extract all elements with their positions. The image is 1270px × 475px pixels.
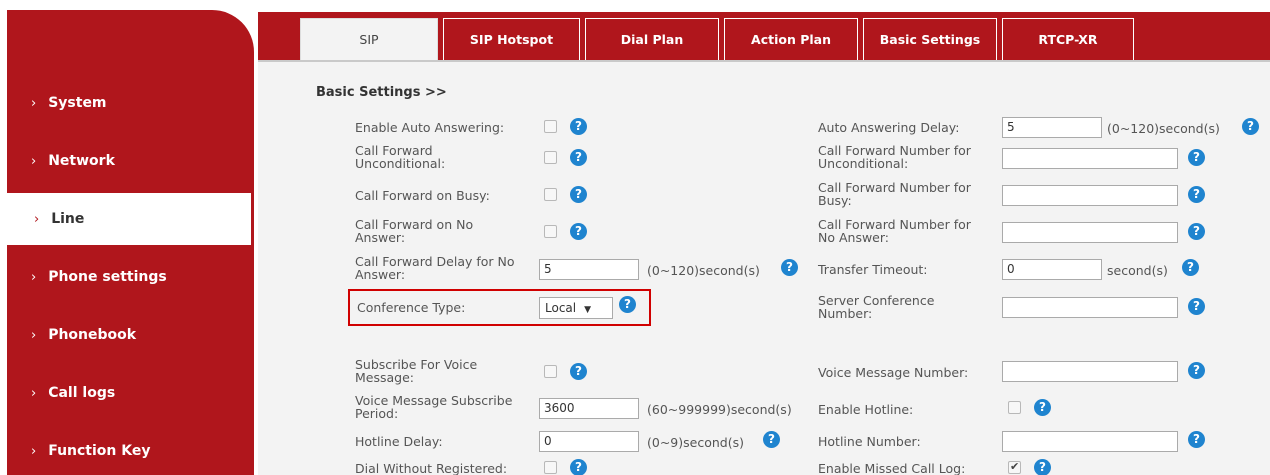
hotline-number-input[interactable] (1002, 431, 1178, 452)
cf-number-no-answer-input[interactable] (1002, 222, 1178, 243)
sidebar-item-label: Network (48, 153, 115, 169)
call-forward-unconditional-label: Call Forward Unconditional: (355, 143, 446, 171)
call-forward-no-answer-label: Call Forward on No Answer: (355, 217, 474, 245)
hotline-number-label: Hotline Number: (818, 434, 921, 449)
sidebar-item-label: System (48, 95, 107, 111)
enable-missed-call-log-label: Enable Missed Call Log: (818, 461, 966, 475)
call-forward-busy-checkbox[interactable] (544, 188, 557, 201)
chevron-right-icon: › (31, 95, 37, 111)
vm-subscribe-period-input[interactable]: 3600 (539, 398, 639, 419)
cf-number-busy-input[interactable] (1002, 185, 1178, 206)
conference-type-label: Conference Type: (357, 300, 466, 315)
subscribe-voice-message-label: Subscribe For Voice Message: (355, 357, 478, 385)
enable-auto-answering-label: Enable Auto Answering: (355, 120, 505, 135)
chevron-right-icon: › (34, 211, 40, 227)
help-icon[interactable]: ? (570, 118, 587, 135)
cf-delay-no-answer-label: Call Forward Delay for No Answer: (355, 254, 515, 282)
sidebar-item-label: Phone settings (48, 269, 167, 285)
help-icon[interactable]: ? (1188, 186, 1205, 203)
help-icon[interactable]: ? (1188, 149, 1205, 166)
chevron-right-icon: › (31, 269, 37, 285)
subscribe-voice-message-checkbox[interactable] (544, 365, 557, 378)
transfer-timeout-unit: second(s) (1107, 263, 1168, 278)
help-icon[interactable]: ? (1188, 362, 1205, 379)
dial-without-registered-checkbox[interactable] (544, 461, 557, 474)
help-icon[interactable]: ? (570, 459, 587, 475)
cf-number-unconditional-label: Call Forward Number for Unconditional: (818, 143, 971, 171)
sidebar-item-label: Function Key (48, 443, 151, 459)
help-icon[interactable]: ? (1188, 431, 1205, 448)
server-conference-number-label: Server Conference Number: (818, 293, 935, 321)
vm-subscribe-period-unit: (60~999999)second(s) (647, 402, 792, 417)
help-icon[interactable]: ? (1188, 223, 1205, 240)
enable-hotline-label: Enable Hotline: (818, 402, 914, 417)
call-forward-no-answer-checkbox[interactable] (544, 225, 557, 238)
hotline-delay-label: Hotline Delay: (355, 434, 443, 449)
voice-message-number-label: Voice Message Number: (818, 365, 969, 380)
tab-basic-settings[interactable]: Basic Settings (863, 18, 997, 60)
tabs: SIP SIP Hotspot Dial Plan Action Plan Ba… (300, 18, 1139, 60)
help-icon[interactable]: ? (570, 223, 587, 240)
call-forward-busy-label: Call Forward on Busy: (355, 188, 490, 203)
chevron-right-icon: › (31, 153, 37, 169)
hotline-delay-unit: (0~9)second(s) (647, 435, 744, 450)
tab-rtcp-xr[interactable]: RTCP-XR (1002, 18, 1134, 60)
tab-dial-plan[interactable]: Dial Plan (585, 18, 719, 60)
chevron-right-icon: › (31, 385, 37, 401)
cf-number-unconditional-input[interactable] (1002, 148, 1178, 169)
conference-type-value: Local (545, 301, 577, 315)
vm-subscribe-period-label: Voice Message Subscribe Period: (355, 393, 513, 421)
hotline-delay-input[interactable]: 0 (539, 431, 639, 452)
sidebar: › System › Network › Line › Phone settings ›… (0, 0, 260, 475)
auto-answering-delay-input[interactable]: 5 (1002, 117, 1102, 138)
transfer-timeout-label: Transfer Timeout: (818, 262, 928, 277)
dial-without-registered-label: Dial Without Registered: (355, 461, 508, 475)
chevron-right-icon: › (31, 327, 37, 343)
help-icon[interactable]: ? (1182, 259, 1199, 276)
help-icon[interactable]: ? (781, 259, 798, 276)
chevron-down-icon: ▼ (584, 305, 592, 315)
tab-sip[interactable]: SIP (300, 18, 438, 60)
help-icon[interactable]: ? (570, 363, 587, 380)
help-icon[interactable]: ? (1034, 399, 1051, 416)
help-icon[interactable]: ? (763, 431, 780, 448)
transfer-timeout-input[interactable]: 0 (1002, 259, 1102, 280)
sidebar-item-line[interactable]: › Line (7, 193, 251, 245)
enable-hotline-checkbox[interactable] (1008, 401, 1021, 414)
enable-auto-answering-checkbox[interactable] (544, 120, 557, 133)
help-icon[interactable]: ? (1242, 118, 1259, 135)
sidebar-item-phone-settings[interactable]: › Phone settings (7, 248, 254, 306)
sidebar-item-label: Phonebook (48, 327, 137, 343)
tab-sip-hotspot[interactable]: SIP Hotspot (443, 18, 580, 60)
enable-missed-call-log-checkbox[interactable] (1008, 460, 1021, 474)
sidebar-menu: › System › Network › Line › Phone settings ›… (7, 74, 254, 475)
help-icon[interactable]: ? (570, 186, 587, 203)
sidebar-item-network[interactable]: › Network (7, 132, 254, 190)
cf-delay-no-answer-unit: (0~120)second(s) (647, 263, 760, 278)
help-icon[interactable]: ? (1034, 459, 1051, 475)
chevron-right-icon: › (31, 443, 37, 459)
sidebar-item-label: Call logs (48, 385, 116, 401)
sidebar-item-label: Line (51, 211, 85, 227)
auto-answering-delay-unit: (0~120)second(s) (1107, 121, 1220, 136)
sidebar-item-function-key[interactable]: › Function Key (7, 422, 254, 475)
voice-message-number-input[interactable] (1002, 361, 1178, 382)
help-icon[interactable]: ? (570, 149, 587, 166)
sidebar-item-call-logs[interactable]: › Call logs (7, 364, 254, 422)
tab-action-plan[interactable]: Action Plan (724, 18, 858, 60)
help-icon[interactable]: ? (1188, 298, 1205, 315)
call-forward-unconditional-checkbox[interactable] (544, 151, 557, 164)
section-title: Basic Settings >> (316, 85, 447, 100)
server-conference-number-input[interactable] (1002, 297, 1178, 318)
auto-answering-delay-label: Auto Answering Delay: (818, 120, 960, 135)
cf-number-no-answer-label: Call Forward Number for No Answer: (818, 217, 971, 245)
cf-delay-no-answer-input[interactable]: 5 (539, 259, 639, 280)
cf-number-busy-label: Call Forward Number for Busy: (818, 180, 971, 208)
sidebar-item-phonebook[interactable]: › Phonebook (7, 306, 254, 364)
sidebar-item-system[interactable]: › System (7, 74, 254, 132)
help-icon[interactable]: ? (619, 296, 636, 313)
conference-type-select[interactable]: Local ▼ (539, 297, 613, 319)
